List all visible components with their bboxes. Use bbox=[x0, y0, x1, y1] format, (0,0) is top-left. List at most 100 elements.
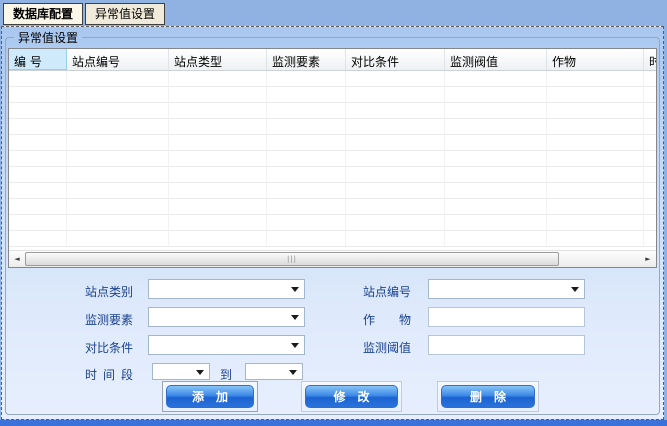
table-cell bbox=[169, 135, 267, 151]
groupbox-title: 异常值设置 bbox=[14, 29, 82, 46]
table-cell bbox=[346, 135, 445, 151]
table-cell bbox=[547, 183, 644, 199]
table-cell bbox=[67, 215, 169, 231]
delete-button[interactable]: 删 除 bbox=[441, 385, 535, 408]
table-cell bbox=[267, 103, 346, 119]
table-row[interactable] bbox=[9, 87, 656, 103]
table-row[interactable] bbox=[9, 183, 656, 199]
column-header[interactable]: 时 bbox=[644, 49, 657, 70]
table-cell bbox=[9, 183, 67, 199]
table-cell bbox=[67, 199, 169, 215]
bottom-border-strip bbox=[0, 420, 667, 426]
table-cell bbox=[267, 199, 346, 215]
column-header[interactable]: 监测阀值 bbox=[445, 49, 547, 70]
table-cell bbox=[9, 135, 67, 151]
column-header[interactable]: 监测要素 bbox=[267, 49, 346, 70]
table-cell bbox=[445, 119, 547, 135]
crop-input[interactable] bbox=[428, 307, 585, 327]
table-body bbox=[9, 71, 656, 247]
table-cell bbox=[445, 135, 547, 151]
table-row[interactable] bbox=[9, 103, 656, 119]
table-row[interactable] bbox=[9, 167, 656, 183]
table-cell bbox=[346, 231, 445, 247]
table-cell bbox=[644, 87, 657, 103]
table-row[interactable] bbox=[9, 215, 656, 231]
tab-abnormal-value-settings[interactable]: 异常值设置 bbox=[85, 3, 165, 25]
table-cell bbox=[67, 87, 169, 103]
table-cell bbox=[346, 167, 445, 183]
time-to-combobox[interactable] bbox=[245, 363, 303, 380]
table-cell bbox=[169, 231, 267, 247]
add-button[interactable]: 添 加 bbox=[166, 385, 254, 408]
table-cell bbox=[445, 231, 547, 247]
table-cell bbox=[547, 103, 644, 119]
table-cell bbox=[267, 215, 346, 231]
scrollbar-thumb[interactable]: ||| bbox=[25, 252, 559, 266]
table-cell bbox=[547, 135, 644, 151]
chevron-down-icon bbox=[571, 287, 579, 292]
table-cell bbox=[169, 151, 267, 167]
table-cell bbox=[9, 87, 67, 103]
horizontal-scrollbar[interactable]: ◄ ||| ► bbox=[9, 250, 656, 267]
compare-condition-label: 对比条件 bbox=[85, 339, 133, 356]
table-cell bbox=[346, 87, 445, 103]
table-cell bbox=[267, 167, 346, 183]
table-cell bbox=[169, 119, 267, 135]
station-type-combobox[interactable] bbox=[148, 279, 305, 299]
table-row[interactable] bbox=[9, 135, 656, 151]
table-cell bbox=[67, 135, 169, 151]
chevron-down-icon bbox=[289, 370, 297, 375]
table-cell bbox=[9, 231, 67, 247]
table-cell bbox=[644, 71, 657, 87]
column-header[interactable]: 站点类型 bbox=[169, 49, 267, 70]
table-cell bbox=[67, 151, 169, 167]
table-cell bbox=[169, 215, 267, 231]
table-cell bbox=[267, 71, 346, 87]
column-header[interactable]: 站点编号 bbox=[67, 49, 169, 70]
column-header[interactable]: 作物 bbox=[547, 49, 644, 70]
table-row[interactable] bbox=[9, 119, 656, 135]
station-id-combobox[interactable] bbox=[428, 279, 585, 299]
table-cell bbox=[346, 119, 445, 135]
table-row[interactable] bbox=[9, 231, 656, 247]
table-cell bbox=[547, 215, 644, 231]
table-cell bbox=[445, 215, 547, 231]
tab-database-config[interactable]: 数据库配置 bbox=[3, 3, 83, 25]
table-cell bbox=[346, 215, 445, 231]
scrollbar-track[interactable]: ||| bbox=[25, 251, 640, 267]
table-cell bbox=[67, 167, 169, 183]
column-header[interactable]: 对比条件 bbox=[346, 49, 445, 70]
table-cell bbox=[169, 183, 267, 199]
scroll-right-icon[interactable]: ► bbox=[640, 251, 656, 267]
table-cell bbox=[547, 231, 644, 247]
table-cell bbox=[67, 231, 169, 247]
table-cell bbox=[9, 119, 67, 135]
crop-label: 作 物 bbox=[363, 311, 411, 328]
table-cell bbox=[644, 119, 657, 135]
table-cell bbox=[547, 199, 644, 215]
time-from-combobox[interactable] bbox=[152, 363, 210, 380]
modify-button[interactable]: 修 改 bbox=[305, 385, 398, 408]
chevron-down-icon bbox=[291, 343, 299, 348]
abnormal-values-table: 编 号站点编号站点类型监测要素对比条件监测阀值作物时 ◄ ||| ► bbox=[8, 48, 657, 268]
table-cell bbox=[346, 71, 445, 87]
table-cell bbox=[644, 215, 657, 231]
table-row[interactable] bbox=[9, 71, 656, 87]
threshold-input[interactable] bbox=[428, 335, 585, 355]
add-button-frame: 添 加 bbox=[162, 381, 258, 412]
modify-button-frame: 修 改 bbox=[301, 381, 402, 412]
table-cell bbox=[346, 199, 445, 215]
threshold-label: 监测阈值 bbox=[363, 339, 411, 356]
table-row[interactable] bbox=[9, 199, 656, 215]
scroll-left-icon[interactable]: ◄ bbox=[9, 251, 25, 267]
monitor-element-combobox[interactable] bbox=[148, 307, 305, 327]
table-cell bbox=[9, 151, 67, 167]
content-panel: 异常值设置 编 号站点编号站点类型监测要素对比条件监测阀值作物时 ◄ ||| ►… bbox=[1, 26, 664, 420]
table-cell bbox=[547, 167, 644, 183]
table-header: 编 号站点编号站点类型监测要素对比条件监测阀值作物时 bbox=[9, 49, 656, 71]
table-cell bbox=[346, 183, 445, 199]
table-cell bbox=[644, 199, 657, 215]
table-row[interactable] bbox=[9, 151, 656, 167]
compare-condition-combobox[interactable] bbox=[148, 335, 305, 355]
column-header[interactable]: 编 号 bbox=[9, 49, 67, 70]
